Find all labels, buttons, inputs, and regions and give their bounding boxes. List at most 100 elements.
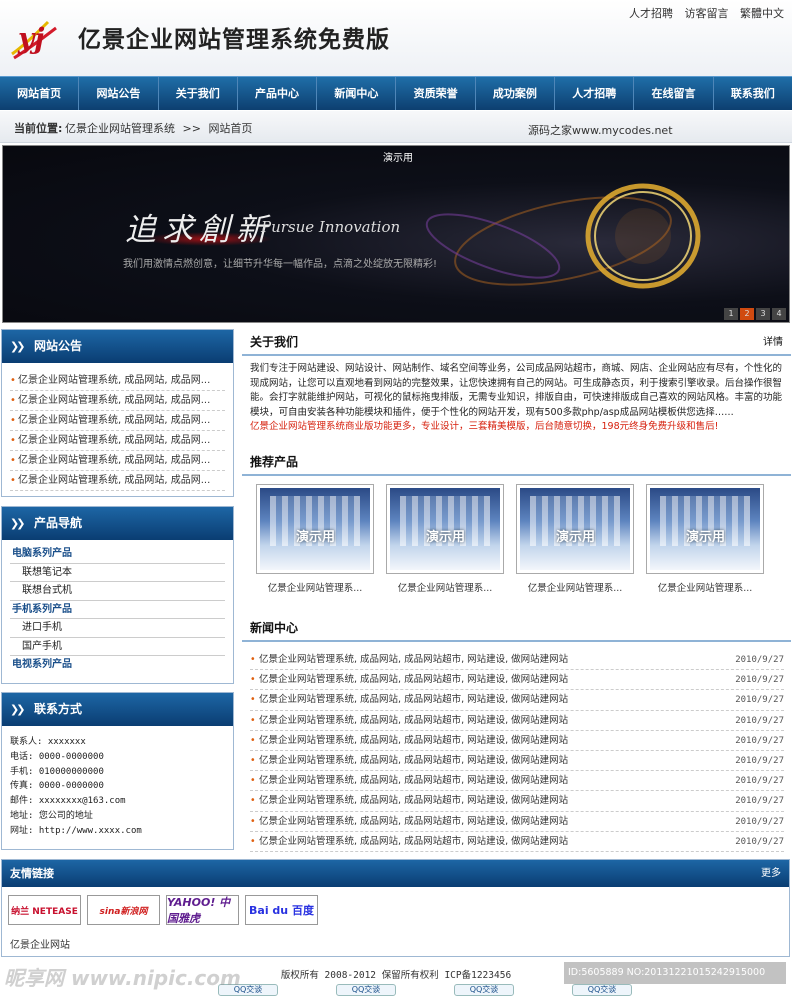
news-item[interactable]: 亿景企业网站管理系统, 成品网站, 成品网站超市, 网站建设, 做网站建网站 20… [250, 751, 784, 771]
friend-links-more[interactable]: 更多 [761, 860, 781, 887]
nav-products[interactable]: 产品中心 [238, 77, 318, 110]
banner-slogan: 我们用激情点燃创意，让细节升华每一幅作品，点滴之处绽放无限精彩! [123, 259, 438, 270]
product-subcategory[interactable]: 联想台式机 [10, 582, 225, 601]
notice-title: 网站公告 [34, 339, 83, 353]
qq-chat-button[interactable]: QQ交谈 [454, 984, 514, 996]
about-more-link[interactable]: 详情 [763, 329, 783, 356]
news-item-title[interactable]: 亿景企业网站管理系统, 成品网站, 成品网站超市, 网站建设, 做网站建网站 [259, 715, 568, 726]
product-category[interactable]: 电视系列产品 [10, 656, 225, 675]
notice-header: ❯❯ 网站公告 [2, 330, 233, 363]
yahoo-logo[interactable]: YAHOO! 中国雅虎 [166, 895, 239, 925]
friend-logo-row: 纳兰 NETEASE sina新浪网 YAHOO! 中国雅虎 Bai du 百度 [8, 895, 318, 925]
banner-dot-2[interactable]: 2 [740, 308, 754, 320]
banner-dot-3[interactable]: 3 [756, 308, 770, 320]
svg-text:yj: yj [17, 22, 44, 55]
news-item-date: 2010/9/27 [735, 675, 784, 686]
image-id-watermark: ID:5605889 NO:20131221015242915000 [564, 962, 786, 984]
news-item-title[interactable]: 亿景企业网站管理系统, 成品网站, 成品网站超市, 网站建设, 做网站建网站 [259, 694, 568, 705]
banner-dot-4[interactable]: 4 [772, 308, 786, 320]
product-caption[interactable]: 亿景企业网站管理系... [646, 580, 764, 594]
product-nav-list: 电脑系列产品 联想笔记本 联想台式机 手机系列产品 进口手机 国产手机 电视系列… [2, 540, 233, 675]
top-link-guestbook[interactable]: 访客留言 [685, 7, 729, 20]
contact-email: 邮件: xxxxxxxx@163.com [10, 796, 126, 807]
news-item-title[interactable]: 亿景企业网站管理系统, 成品网站, 成品网站超市, 网站建设, 做网站建网站 [259, 735, 568, 746]
product-subcategory[interactable]: 进口手机 [10, 619, 225, 638]
nav-notice[interactable]: 网站公告 [79, 77, 159, 110]
friend-links-box: 友情链接 更多 纳兰 NETEASE sina新浪网 YAHOO! 中国雅虎 B… [1, 859, 790, 957]
product-caption[interactable]: 亿景企业网站管理系... [256, 580, 374, 594]
banner-demo-label: 演示用 [383, 153, 413, 164]
qq-chat-button[interactable]: QQ交谈 [336, 984, 396, 996]
news-item[interactable]: 亿景企业网站管理系统, 成品网站, 成品网站超市, 网站建设, 做网站建网站 20… [250, 670, 784, 691]
product-category[interactable]: 电脑系列产品 [10, 545, 225, 564]
contact-fax: 传真: 0000-0000000 [10, 781, 104, 792]
friend-text-link[interactable]: 亿景企业网站 [10, 936, 70, 951]
news-item[interactable]: 亿景企业网站管理系统, 成品网站, 成品网站超市, 网站建设, 做网站建网站 20… [250, 731, 784, 751]
news-item-title[interactable]: 亿景企业网站管理系统, 成品网站, 成品网站超市, 网站建设, 做网站建网站 [259, 674, 568, 685]
sina-logo[interactable]: sina新浪网 [87, 895, 160, 925]
notice-item[interactable]: 亿景企业网站管理系统, 成品网站, 成品网... [10, 371, 225, 391]
nav-honors[interactable]: 资质荣誉 [396, 77, 476, 110]
product-caption[interactable]: 亿景企业网站管理系... [516, 580, 634, 594]
news-item-title[interactable]: 亿景企业网站管理系统, 成品网站, 成品网站超市, 网站建设, 做网站建网站 [259, 654, 568, 665]
nav-news[interactable]: 新闻中心 [317, 77, 397, 110]
notice-item[interactable]: 亿景企业网站管理系统, 成品网站, 成品网... [10, 471, 225, 491]
nav-contact[interactable]: 联系我们 [714, 77, 792, 110]
double-chevron-icon: ❯❯ [10, 703, 26, 716]
news-item-title[interactable]: 亿景企业网站管理系统, 成品网站, 成品网站超市, 网站建设, 做网站建网站 [259, 836, 568, 847]
baidu-logo[interactable]: Bai du 百度 [245, 895, 318, 925]
product-nav-title: 产品导航 [34, 516, 83, 530]
breadcrumb: 当前位置: 亿景企业网站管理系统 >> 网站首页 源码之家www.mycodes… [0, 111, 792, 143]
notice-item[interactable]: 亿景企业网站管理系统, 成品网站, 成品网... [10, 451, 225, 471]
notice-item[interactable]: 亿景企业网站管理系统, 成品网站, 成品网... [10, 391, 225, 411]
nav-cases[interactable]: 成功案例 [476, 77, 556, 110]
news-item-title[interactable]: 亿景企业网站管理系统, 成品网站, 成品网站超市, 网站建设, 做网站建网站 [259, 795, 568, 806]
contact-address: 地址: 您公司的地址 [10, 810, 93, 821]
news-item[interactable]: 亿景企业网站管理系统, 成品网站, 成品网站超市, 网站建设, 做网站建网站 20… [250, 690, 784, 711]
news-item[interactable]: 亿景企业网站管理系统, 成品网站, 成品网站超市, 网站建设, 做网站建网站 20… [250, 791, 784, 812]
news-item-title[interactable]: 亿景企业网站管理系统, 成品网站, 成品网站超市, 网站建设, 做网站建网站 [259, 775, 568, 786]
top-link-traditional[interactable]: 繁體中文 [740, 7, 784, 20]
product-thumbnail[interactable]: 演示用 [256, 484, 374, 574]
product-card: 演示用 亿景企业网站管理系... [256, 484, 374, 594]
news-item-title[interactable]: 亿景企业网站管理系统, 成品网站, 成品网站超市, 网站建设, 做网站建网站 [259, 755, 568, 766]
product-subcategory[interactable]: 国产手机 [10, 638, 225, 656]
nipic-watermark: 昵享网 www.nipic.com [4, 966, 241, 990]
about-header: 关于我们 详情 [242, 329, 791, 356]
nav-message[interactable]: 在线留言 [634, 77, 714, 110]
nav-about[interactable]: 关于我们 [159, 77, 238, 110]
nav-jobs[interactable]: 人才招聘 [555, 77, 635, 110]
news-item[interactable]: 亿景企业网站管理系统, 成品网站, 成品网站超市, 网站建设, 做网站建网站 20… [250, 771, 784, 792]
product-card: 演示用 亿景企业网站管理系... [386, 484, 504, 594]
product-thumbnail[interactable]: 演示用 [386, 484, 504, 574]
top-link-jobs[interactable]: 人才招聘 [629, 7, 673, 20]
product-category[interactable]: 手机系列产品 [10, 601, 225, 619]
hero-banner[interactable]: 演示用 追求創新 Pursue Innovation 我们用激情点燃创意，让细节… [2, 145, 790, 323]
news-item-title[interactable]: 亿景企业网站管理系统, 成品网站, 成品网站超市, 网站建设, 做网站建网站 [259, 816, 568, 827]
news-item-date: 2010/9/27 [735, 735, 784, 746]
about-text: 我们专注于网站建设、网站设计、网站制作、域名空间等业务，公司成品网站超市，商城、… [250, 362, 786, 435]
notice-item[interactable]: 亿景企业网站管理系统, 成品网站, 成品网... [10, 431, 225, 451]
contact-box: ❯❯ 联系方式 联系人: xxxxxxx 电话: 0000-0000000 手机… [1, 692, 234, 850]
product-caption[interactable]: 亿景企业网站管理系... [386, 580, 504, 594]
breadcrumb-separator: >> [182, 122, 201, 135]
product-nav-box: ❯❯ 产品导航 电脑系列产品 联想笔记本 联想台式机 手机系列产品 进口手机 国… [1, 506, 234, 684]
news-item[interactable]: 亿景企业网站管理系统, 成品网站, 成品网站超市, 网站建设, 做网站建网站 20… [250, 650, 784, 670]
news-item[interactable]: 亿景企业网站管理系统, 成品网站, 成品网站超市, 网站建设, 做网站建网站 20… [250, 812, 784, 832]
news-item[interactable]: 亿景企业网站管理系统, 成品网站, 成品网站超市, 网站建设, 做网站建网站 20… [250, 832, 784, 852]
netease-logo[interactable]: 纳兰 NETEASE [8, 895, 81, 925]
product-thumbnail[interactable]: 演示用 [516, 484, 634, 574]
yj-logo-icon[interactable]: yj [8, 14, 64, 62]
breadcrumb-site-link[interactable]: 亿景企业网站管理系统 [65, 122, 175, 135]
breadcrumb-current[interactable]: 网站首页 [208, 122, 252, 135]
nav-home[interactable]: 网站首页 [0, 77, 80, 110]
product-subcategory[interactable]: 联想笔记本 [10, 564, 225, 582]
notice-item[interactable]: 亿景企业网站管理系统, 成品网站, 成品网... [10, 411, 225, 431]
qq-chat-button[interactable]: QQ交谈 [572, 984, 632, 996]
site-title: 亿景企业网站管理系统免费版 [78, 26, 390, 53]
contact-mobile: 手机: 010000000000 [10, 766, 104, 777]
banner-dot-1[interactable]: 1 [724, 308, 738, 320]
product-thumbnail[interactable]: 演示用 [646, 484, 764, 574]
demo-watermark: 演示用 [426, 530, 466, 545]
news-item[interactable]: 亿景企业网站管理系统, 成品网站, 成品网站超市, 网站建设, 做网站建网站 20… [250, 711, 784, 731]
